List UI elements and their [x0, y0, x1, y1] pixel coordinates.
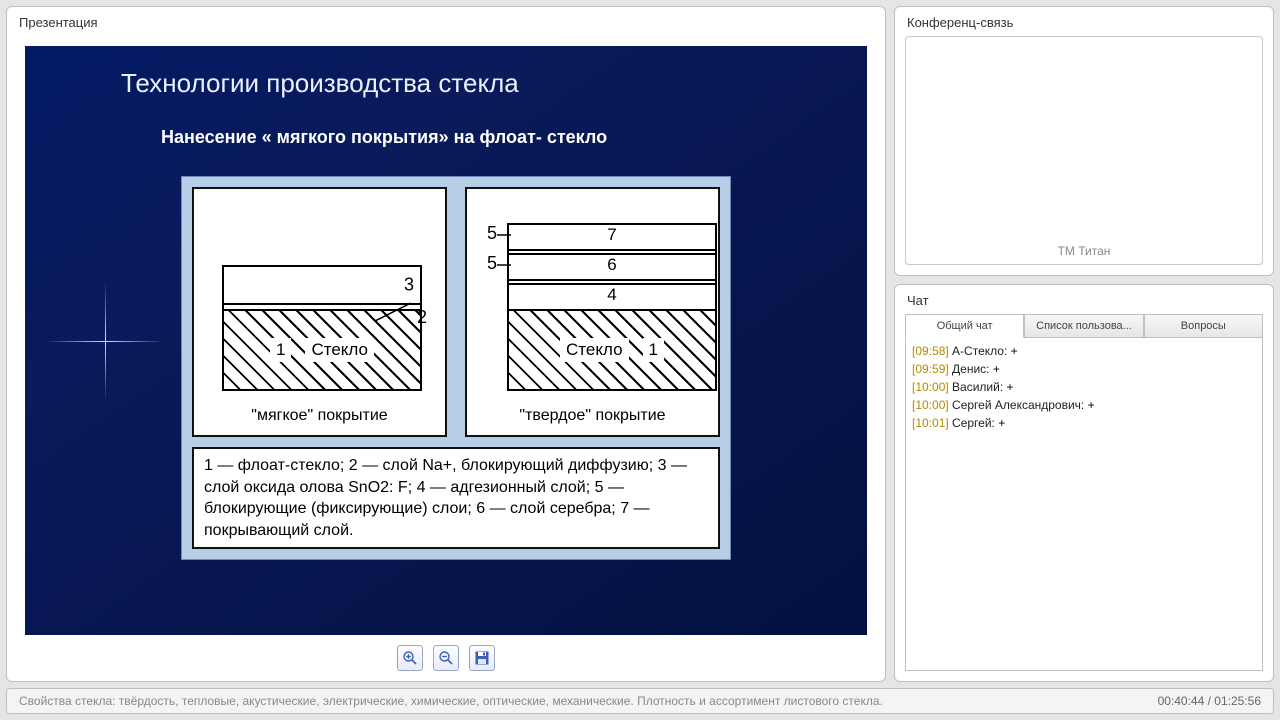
playback-time: 00:40:44 / 01:25:56: [1158, 694, 1261, 708]
legend: 1 — флоат-стекло; 2 — слой Na+, блокирую…: [192, 447, 720, 549]
zoom-in-icon: [402, 650, 418, 666]
label-3: 3: [404, 275, 414, 296]
label-1h-num: 1: [643, 338, 664, 362]
conference-video[interactable]: ТМ Титан: [905, 36, 1263, 265]
tab-questions[interactable]: Вопросы: [1144, 314, 1263, 338]
zoom-in-button[interactable]: [397, 645, 423, 671]
caption-soft: "мягкое" покрытие: [194, 407, 445, 425]
zoom-out-icon: [438, 650, 454, 666]
chat-title: Чат: [895, 285, 1273, 314]
label-2: 2: [417, 307, 427, 328]
conference-panel: Конференц-связь ТМ Титан: [894, 6, 1274, 276]
label-6: 6: [607, 255, 616, 274]
chat-message: [10:00] Василий: +: [912, 378, 1256, 396]
chat-message: [09:58] А-Стекло: +: [912, 342, 1256, 360]
chat-message: [10:01] Сергей: +: [912, 414, 1256, 432]
save-button[interactable]: [469, 645, 495, 671]
chat-panel: Чат Общий чат Список пользова... Вопросы…: [894, 284, 1274, 682]
label-5b: 5: [487, 253, 497, 274]
chat-message: [10:00] Сергей Александрович: +: [912, 396, 1256, 414]
label-4: 4: [607, 285, 616, 304]
presentation-title: Презентация: [7, 7, 885, 36]
label-1-num: 1: [270, 338, 291, 362]
zoom-out-button[interactable]: [433, 645, 459, 671]
presentation-panel: Презентация Технологии производства стек…: [6, 6, 886, 682]
status-bar: Свойства стекла: твёрдость, тепловые, ак…: [6, 688, 1274, 714]
save-icon: [474, 650, 490, 666]
chat-tabs: Общий чат Список пользова... Вопросы: [905, 314, 1263, 338]
label-5a: 5: [487, 223, 497, 244]
tab-user-list[interactable]: Список пользова...: [1024, 314, 1143, 338]
chat-messages[interactable]: [09:58] А-Стекло: + [09:59] Денис: + [10…: [905, 338, 1263, 671]
diagram-hard: 7 6 4 Стекло 1: [465, 187, 720, 437]
caption-hard: "твердое" покрытие: [467, 407, 718, 425]
slide-area: Технологии производства стекла Нанесение…: [7, 36, 885, 681]
conference-watermark: ТМ Титан: [906, 244, 1262, 258]
label-7: 7: [607, 225, 616, 244]
diagram-soft: 3 1 Стекло 2: [192, 187, 447, 437]
tab-general-chat[interactable]: Общий чат: [905, 314, 1024, 338]
diagram-wrap: 3 1 Стекло 2: [181, 176, 731, 560]
conference-title: Конференц-связь: [895, 7, 1273, 36]
slide-subtitle: Нанесение « мягкого покрытия» на флоат- …: [161, 127, 831, 148]
label-1-text: Стекло: [305, 338, 374, 362]
status-text: Свойства стекла: твёрдость, тепловые, ак…: [19, 694, 883, 708]
slide-title: Технологии производства стекла: [121, 68, 831, 99]
chat-message: [09:59] Денис: +: [912, 360, 1256, 378]
label-1h-text: Стекло: [560, 338, 629, 362]
slide-toolbar: [25, 635, 867, 681]
slide: Технологии производства стекла Нанесение…: [25, 46, 867, 635]
